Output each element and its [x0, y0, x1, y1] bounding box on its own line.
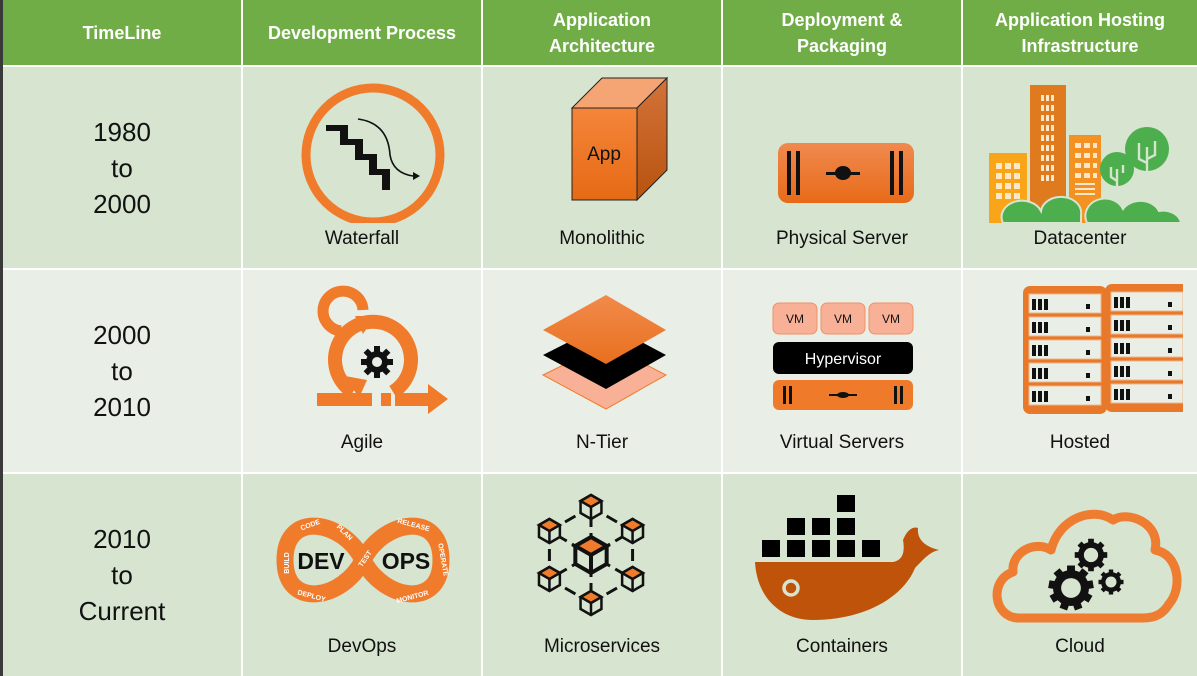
datacenter-label: Datacenter	[1033, 228, 1127, 249]
physical-server-label: Physical Server	[776, 228, 908, 249]
deployment-cell: VM VM VM Hypervisor Virtual Servers	[723, 270, 963, 472]
svg-text:BUILD: BUILD	[284, 552, 291, 573]
development-process-cell: Agile	[243, 270, 483, 472]
monolithic-label: Monolithic	[559, 228, 645, 249]
virtual-servers-icon: VM VM VM Hypervisor	[743, 276, 943, 426]
hosted-label: Hosted	[1049, 432, 1111, 453]
vm-label: VM	[834, 312, 852, 326]
table-row: 2010 to Current CODE PLAN BUILD TEST DEP…	[3, 474, 1197, 676]
cube	[578, 493, 604, 521]
agile-label: Agile	[340, 432, 384, 453]
timeline-sep: to	[111, 152, 133, 183]
hypervisor-label: Hypervisor	[805, 351, 882, 368]
table-row: 1980 to 2000 Waterfall App Monolithic Ph…	[3, 67, 1197, 268]
timeline-end: 2010	[93, 392, 151, 422]
header-development-process: Development Process	[243, 0, 483, 65]
svg-text:App: App	[587, 144, 621, 165]
architecture-cell: N-Tier	[483, 270, 723, 472]
app-cube-icon: App	[503, 73, 703, 223]
cloud-label: Cloud	[1055, 636, 1105, 657]
header-hosting-infrastructure: Application Hosting Infrastructure	[995, 9, 1165, 56]
timeline-cell: 2010 to Current	[3, 474, 243, 676]
server-racks-icon	[983, 276, 1183, 426]
architecture-cell: App Monolithic	[483, 67, 723, 268]
header-row: TimeLine Development Process Application…	[3, 0, 1197, 65]
timeline-start: 2010	[93, 524, 151, 554]
agile-cycle-icon	[263, 276, 463, 426]
virtual-servers-label: Virtual Servers	[779, 432, 905, 453]
evolution-table: TimeLine Development Process Application…	[3, 0, 1197, 676]
cube	[536, 517, 563, 545]
deployment-cell: Physical Server	[723, 67, 963, 268]
waterfall-label: Waterfall	[324, 228, 400, 249]
cube	[578, 589, 604, 617]
header-deployment-packaging: Deployment & Packaging	[723, 0, 963, 65]
cloud-gears-icon	[983, 480, 1183, 630]
microservices-cubes-icon	[503, 480, 703, 630]
cube	[536, 565, 563, 593]
devops-label: DevOps	[327, 636, 397, 657]
vm-label: VM	[786, 312, 804, 326]
timeline-cell: 2000 to 2010	[3, 270, 243, 472]
development-process-cell: Waterfall	[243, 67, 483, 268]
physical-server-icon	[743, 73, 943, 223]
header-timeline: TimeLine	[3, 0, 243, 65]
n-tier-label: N-Tier	[575, 432, 629, 453]
timeline-sep: to	[111, 560, 133, 590]
cube	[571, 534, 611, 576]
architecture-cell: Microservices	[483, 474, 723, 676]
development-process-cell: CODE PLAN BUILD TEST DEPLOY RELEASE OPER…	[243, 474, 483, 676]
waterfall-stairs-icon	[263, 73, 463, 223]
containers-label: Containers	[796, 636, 888, 657]
datacenter-city-icon	[983, 73, 1183, 223]
layers-icon	[503, 276, 703, 426]
timeline-sep: to	[111, 356, 133, 386]
timeline-start: 1980	[93, 116, 151, 147]
hosting-cell: Cloud	[963, 474, 1197, 676]
timeline-end: 2000	[93, 188, 151, 219]
devops-infinity-icon: CODE PLAN BUILD TEST DEPLOY RELEASE OPER…	[263, 480, 463, 630]
docker-whale-icon	[743, 480, 943, 630]
microservices-label: Microservices	[543, 636, 661, 657]
hosting-cell: Hosted	[963, 270, 1197, 472]
cube	[619, 517, 646, 545]
hosting-cell: Datacenter	[963, 67, 1197, 268]
deployment-cell: Containers	[723, 474, 963, 676]
vm-label: VM	[882, 312, 900, 326]
table-row: 2000 to 2010 Agile N-Tier VM VM VM Hyper…	[3, 270, 1197, 472]
ops-text: OPS	[382, 548, 431, 574]
timeline-start: 2000	[93, 320, 151, 350]
timeline-cell: 1980 to 2000	[3, 67, 243, 268]
cube	[619, 565, 646, 593]
header-application-architecture: Application Architecture	[483, 0, 723, 65]
dev-text: DEV	[297, 548, 345, 574]
timeline-end: Current	[78, 596, 166, 626]
